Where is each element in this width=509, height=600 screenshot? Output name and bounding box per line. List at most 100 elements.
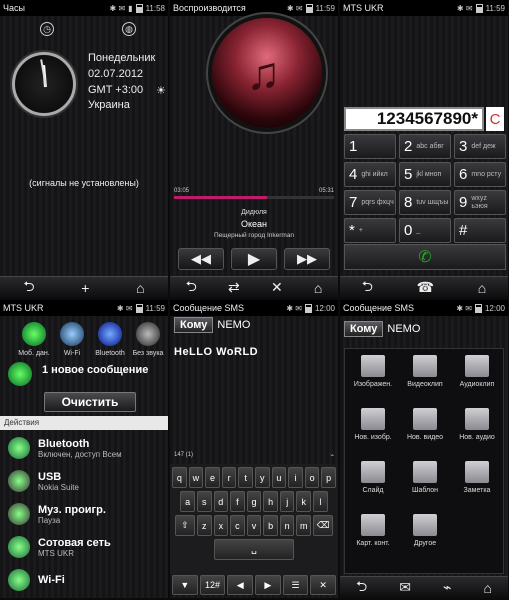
action-row[interactable]: Муз. проигр. Пауза (0, 498, 168, 530)
home-icon[interactable]: ⌂ (478, 280, 486, 296)
key[interactable]: v (246, 515, 262, 536)
world-clock-tab-icon[interactable]: ◍ (122, 22, 136, 36)
keyboard-function-key[interactable]: ▶ (255, 575, 281, 595)
backspace-key[interactable]: ⌫ (313, 515, 334, 536)
key[interactable]: e (205, 467, 220, 488)
attachment-option[interactable]: Шаблон (399, 461, 451, 494)
key[interactable]: m (296, 515, 312, 536)
key[interactable]: u (271, 467, 287, 488)
attachment-option[interactable]: Изображен. (347, 355, 399, 388)
key[interactable]: h (263, 491, 278, 512)
key[interactable]: q (172, 467, 187, 488)
key[interactable]: z (196, 515, 212, 536)
attachment-option[interactable]: Аудиоклип (451, 355, 503, 388)
clock-tab-icon[interactable]: ◷ (40, 22, 54, 36)
attachment-option[interactable]: Слайд (347, 461, 399, 494)
dial-key[interactable]: 8 tuv шщъы (399, 190, 451, 215)
back-icon[interactable]: ⮌ (356, 576, 367, 599)
shuffle-icon[interactable]: ✕ (271, 279, 283, 296)
previous-button[interactable]: ◀◀ (178, 248, 224, 270)
keyboard-function-key[interactable]: ☰ (282, 575, 309, 595)
wifi-toggle[interactable] (60, 322, 84, 346)
key[interactable]: a (180, 491, 195, 512)
attachment-option[interactable]: Нов. видео (399, 408, 451, 441)
key[interactable]: n (279, 515, 295, 536)
key[interactable]: o (304, 467, 320, 488)
key[interactable]: g (246, 491, 262, 512)
home-icon[interactable]: ⌂ (136, 280, 144, 296)
home-icon[interactable]: ⌂ (484, 580, 492, 596)
key[interactable]: y (255, 467, 270, 488)
key[interactable]: c (230, 515, 245, 536)
new-message-notification[interactable]: 1 новое сообщение (42, 364, 148, 376)
back-icon[interactable]: ⮌ (362, 276, 373, 299)
dial-key[interactable]: 0 _ (399, 218, 451, 243)
keyboard-function-key[interactable]: ◀ (227, 575, 254, 595)
message-text[interactable]: HeLLO WoRLD (174, 346, 258, 358)
key[interactable]: f (230, 491, 245, 512)
bluetooth-toggle[interactable] (98, 322, 122, 346)
call-icon[interactable]: ✆ (344, 244, 506, 270)
recipient-field[interactable]: Кому NEMO (174, 316, 334, 334)
repeat-icon[interactable]: ⇄ (228, 279, 240, 296)
attachment-option[interactable]: Заметка (451, 461, 503, 494)
key[interactable]: p (321, 467, 336, 488)
dial-key[interactable]: 6 mno рсту (454, 162, 506, 187)
action-row[interactable]: Bluetooth Включен, доступ Всем (0, 432, 168, 464)
clear-button[interactable]: Очистить (44, 392, 136, 412)
attachment-option[interactable]: Нов. изобр. (347, 408, 399, 441)
clear-button[interactable]: C (486, 107, 504, 131)
progress-bar[interactable] (174, 196, 334, 199)
key[interactable]: k (296, 491, 312, 512)
key[interactable]: w (188, 467, 204, 488)
paperclip-icon[interactable]: ⌁ (330, 452, 334, 464)
key[interactable]: d (213, 491, 229, 512)
status-indicators: ✱ ✉ 12:00 (286, 303, 335, 313)
contacts-icon[interactable]: ☎ (417, 279, 434, 296)
shift-key[interactable]: ⇧ (174, 515, 195, 536)
dial-key[interactable]: # (454, 218, 506, 243)
key[interactable]: x (213, 515, 229, 536)
action-row[interactable]: Сотовая сеть MTS UKR (0, 531, 168, 563)
attach-icon[interactable]: ⌁ (443, 579, 451, 596)
back-icon[interactable]: ⮌ (186, 276, 197, 299)
key[interactable]: i (288, 467, 303, 488)
keyboard-function-key[interactable]: 12# (199, 575, 226, 595)
action-row[interactable]: Wi-Fi (0, 564, 168, 596)
key[interactable]: l (313, 491, 328, 512)
add-icon[interactable]: + (81, 280, 89, 296)
number-field[interactable]: 1234567890* (344, 107, 484, 131)
dial-key[interactable]: 2 abc абвг (399, 134, 451, 159)
attachment-option[interactable]: Другое (399, 514, 451, 547)
key[interactable]: t (238, 467, 253, 488)
dial-key[interactable]: * + (344, 218, 396, 243)
dial-key[interactable]: 9 wxyz ьэюя (454, 190, 506, 215)
next-button[interactable]: ▶▶ (284, 248, 330, 270)
home-icon[interactable]: ⌂ (314, 280, 322, 296)
play-button[interactable]: ▶ (231, 248, 277, 270)
mobile-data-toggle[interactable] (22, 322, 46, 346)
dial-key[interactable]: 4 ghi ийкл (344, 162, 396, 187)
dial-key[interactable]: 3 def деж (454, 134, 506, 159)
dial-key[interactable]: 7 pqrs фхцч (344, 190, 396, 215)
back-icon[interactable]: ⮌ (23, 276, 34, 299)
attachment-option[interactable]: Карт. конт. (347, 514, 399, 547)
send-icon[interactable]: ✉ (399, 579, 411, 596)
dial-key[interactable]: 5 jkl мноп (399, 162, 451, 187)
key[interactable]: b (263, 515, 278, 536)
keyboard-function-key[interactable]: ▼ (172, 575, 198, 595)
key[interactable]: j (279, 491, 295, 512)
action-row[interactable]: USB Nokia Suite (0, 465, 168, 497)
dial-key[interactable]: 1 (344, 134, 396, 159)
space-key[interactable]: ␣ (214, 539, 294, 560)
silent-toggle[interactable] (136, 322, 160, 346)
key[interactable]: r (221, 467, 237, 488)
attachment-option[interactable]: Нов. аудио (451, 408, 503, 441)
attachment-label: Другое (413, 540, 437, 547)
recipient-field[interactable]: Кому NEMO (344, 320, 504, 338)
to-button[interactable]: Кому (344, 321, 384, 337)
keyboard-function-key[interactable]: ✕ (310, 575, 337, 595)
to-button[interactable]: Кому (174, 317, 214, 333)
attachment-option[interactable]: Видеоклип (399, 355, 451, 388)
key[interactable]: s (196, 491, 212, 512)
